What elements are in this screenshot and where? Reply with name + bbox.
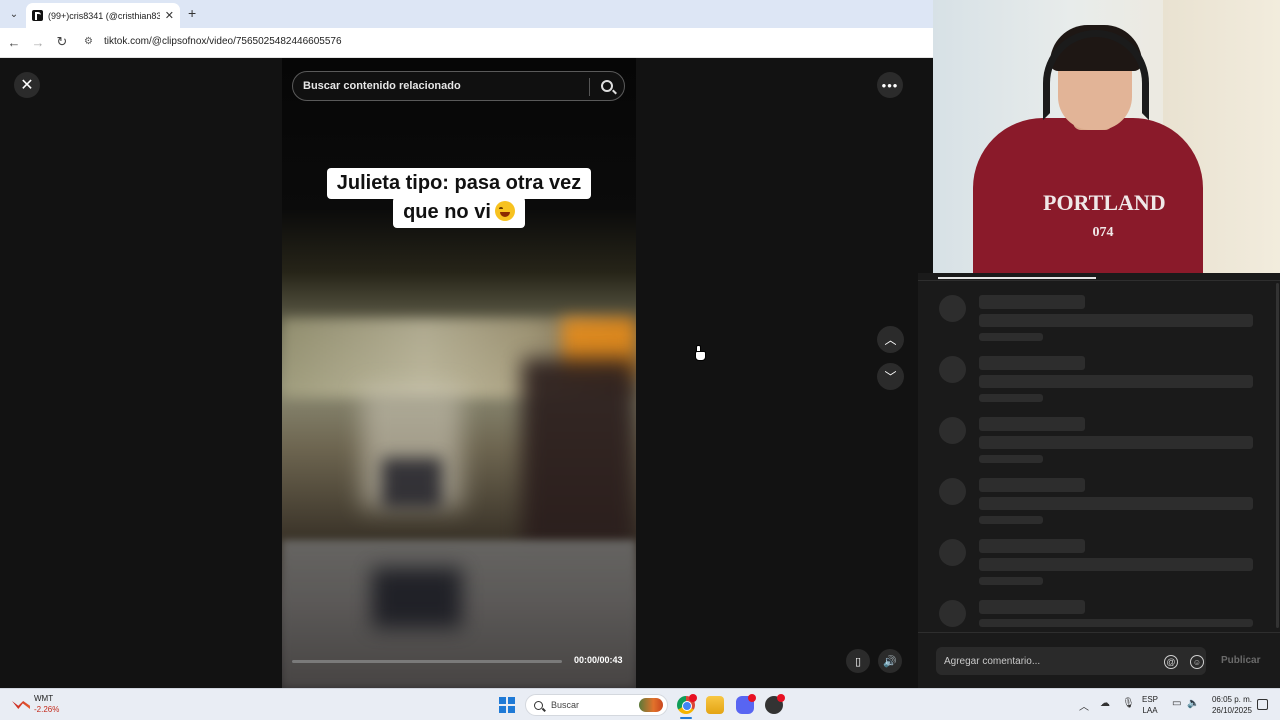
address-bar-url[interactable]: tiktok.com/@clipsofnox/video/75650254824…: [104, 36, 342, 47]
device-icon[interactable]: ▯: [846, 649, 870, 673]
network-icon[interactable]: ☁: [1100, 698, 1110, 709]
input-language[interactable]: ESP LAA: [1142, 694, 1158, 716]
comment-skeleton-meta: [979, 394, 1043, 402]
video-time: 00:00/00:43: [574, 655, 623, 665]
comment-skeleton-text: [979, 436, 1253, 449]
comment-skeleton-avatar: [939, 539, 966, 566]
webcam-overlay: PORTLAND 074: [933, 0, 1280, 273]
obs-badge: [777, 694, 785, 702]
chrome-badge: [689, 694, 697, 702]
related-search-input[interactable]: Buscar contenido relacionado: [292, 71, 625, 101]
speaker-icon[interactable]: 🔈: [1187, 698, 1199, 709]
emoji-icon[interactable]: ☺: [1190, 655, 1204, 669]
shirt-text: PORTLAND: [1043, 190, 1166, 215]
browser-tab-active[interactable]: (99+)cris8341 (@cristhian8341) ✕: [26, 3, 180, 28]
stock-change: -2.26%: [34, 705, 60, 714]
stock-ticker[interactable]: WMT: [34, 694, 53, 703]
taskbar-search[interactable]: Buscar: [525, 694, 668, 716]
comment-skeleton-text: [979, 375, 1253, 388]
more-options-button[interactable]: •••: [877, 72, 903, 98]
comment-skeleton-meta: [979, 333, 1043, 341]
notification-icon[interactable]: [1257, 699, 1268, 710]
comments-scrollbar[interactable]: [1276, 283, 1279, 628]
comment-skeleton-name: [979, 539, 1085, 553]
tab-title: (99+)cris8341 (@cristhian8341): [48, 10, 160, 21]
comment-skeleton-name: [979, 417, 1085, 431]
video-caption: Julieta tipo: pasa otra vez que no vi: [282, 168, 636, 228]
publish-button[interactable]: Publicar: [1221, 655, 1260, 666]
comment-skeleton-name: [979, 600, 1085, 614]
microphone-icon[interactable]: 🎙: [1122, 698, 1135, 709]
volume-icon[interactable]: 🔊: [878, 649, 902, 673]
comments-panel: Agregar comentario... @ ☺ Publicar: [918, 273, 1280, 688]
comment-skeleton-avatar: [939, 356, 966, 383]
comment-skeleton-avatar: [939, 417, 966, 444]
comment-skeleton-text: [979, 497, 1253, 510]
comment-skeleton-meta: [979, 516, 1043, 524]
close-viewer-button[interactable]: ✕: [14, 72, 40, 98]
site-info-icon[interactable]: ⚙: [84, 36, 96, 48]
video-player[interactable]: [282, 58, 636, 688]
comment-skeleton-avatar: [939, 295, 966, 322]
tab-list-chevron-icon[interactable]: ⌄: [6, 6, 22, 22]
new-tab-button[interactable]: +: [188, 5, 196, 21]
search-icon[interactable]: [601, 80, 613, 92]
taskbar: WMT -2.26% Buscar ︿ ☁ 🎙 ESP LAA ▭ 🔈 06:0…: [0, 688, 1280, 720]
search-placeholder: Buscar contenido relacionado: [303, 80, 461, 92]
comment-skeleton-meta: [979, 455, 1043, 463]
shirt-number: 074: [1092, 225, 1114, 240]
display-icon[interactable]: ▭: [1172, 698, 1181, 709]
stock-widget-icon[interactable]: [12, 698, 30, 712]
taskbar-search-label: Buscar: [551, 700, 580, 710]
comment-skeleton-text: [979, 558, 1253, 571]
comment-composer: Agregar comentario... @ ☺ Publicar: [918, 632, 1280, 688]
hand-cursor-icon: [694, 345, 706, 361]
forward-arrow-icon[interactable]: →: [30, 34, 46, 50]
back-arrow-icon[interactable]: ←: [6, 34, 22, 50]
comment-skeleton-name: [979, 356, 1085, 370]
comment-placeholder: Agregar comentario...: [944, 655, 1041, 667]
discord-badge: [748, 694, 756, 702]
tab-close-icon[interactable]: ✕: [165, 9, 174, 22]
caption-line-1: Julieta tipo: pasa otra vez: [326, 168, 592, 199]
search-highlight-icon: [639, 698, 663, 712]
previous-video-button[interactable]: ︿: [877, 326, 904, 353]
comment-skeleton-avatar: [939, 478, 966, 505]
next-video-button[interactable]: ﹀: [877, 363, 904, 390]
active-app-indicator: [680, 717, 692, 719]
taskbar-search-icon: [534, 700, 543, 710]
mention-icon[interactable]: @: [1164, 655, 1178, 669]
video-progress-bar[interactable]: [292, 660, 562, 663]
comment-skeleton-meta: [979, 577, 1043, 585]
browser-toolbar: ← → ↻ ⚙ tiktok.com/@clipsofnox/video/756…: [0, 28, 933, 58]
tray-chevron-icon[interactable]: ︿: [1079, 698, 1089, 713]
comment-skeleton-avatar: [939, 600, 966, 627]
caption-line-2: que no vi: [393, 197, 525, 228]
browser-tab-strip: ⌄ (99+)cris8341 (@cristhian8341) ✕ +: [0, 0, 933, 28]
system-clock[interactable]: 06:05 p. m. 26/10/2025: [1205, 694, 1252, 716]
video-viewer: ✕ Buscar contenido relacionado Julieta t…: [0, 58, 933, 688]
tiktok-favicon-icon: [32, 10, 43, 21]
comment-skeleton-text: [979, 314, 1253, 327]
comments-tab-indicator: [938, 277, 1096, 279]
laughing-emoji-icon: [494, 201, 515, 221]
reload-icon[interactable]: ↻: [54, 34, 70, 50]
start-button[interactable]: [499, 697, 515, 713]
comment-skeleton-name: [979, 478, 1085, 492]
file-explorer-icon[interactable]: [706, 696, 724, 714]
comment-skeleton-name: [979, 295, 1085, 309]
comment-skeleton-text: [979, 619, 1253, 627]
